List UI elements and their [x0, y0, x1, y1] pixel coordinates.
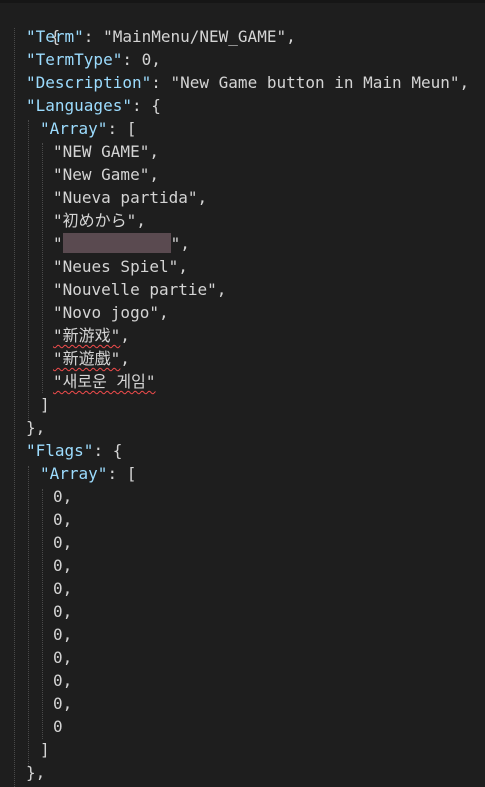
language-entry: "새로운 게임": [53, 372, 156, 391]
flag-entry: 0,: [53, 510, 73, 529]
indent-guide: [28, 466, 29, 766]
flag-entry: 0,: [53, 625, 73, 644]
flag-entry: 0,: [53, 579, 73, 598]
language-entry: "New Game",: [53, 165, 159, 184]
code-line: },: [26, 418, 46, 437]
language-entry: "Nueva partida",: [53, 188, 208, 207]
code-line-termtype: "TermType": 0,: [26, 50, 161, 69]
language-entry: "新遊戲",: [53, 349, 130, 368]
term-value: "MainMenu/NEW_GAME": [103, 27, 287, 46]
code-line: },: [26, 763, 46, 782]
term-key: "Term": [26, 27, 84, 46]
code-editor[interactable]: { "Term": "MainMenu/NEW_GAME", "TermType…: [0, 0, 485, 787]
language-entry: "NEW GAME",: [53, 142, 159, 161]
code-line-flags: "Flags": {: [26, 441, 123, 460]
termtype-key: "TermType": [26, 50, 123, 69]
indent-guide: [28, 120, 29, 420]
flag-entry: 0: [53, 717, 63, 736]
code-line: ]: [40, 740, 50, 759]
termtype-value: 0: [141, 50, 152, 69]
code-line-flags-array: "Array": [: [40, 464, 137, 483]
language-entry: "新游戏",: [53, 326, 130, 345]
code-line: {: [12, 2, 61, 46]
language-entry: "Neues Spiel",: [53, 257, 188, 276]
language-entry: "初めから",: [53, 211, 146, 230]
language-entry-redacted: " ",: [53, 233, 190, 253]
description-value: "New Game button in Main Meun": [170, 73, 460, 92]
flags-key: "Flags": [26, 441, 94, 460]
flag-entry: 0,: [53, 533, 73, 552]
language-entry: "Nouvelle partie",: [53, 280, 227, 299]
editor-top-edge: [0, 0, 485, 3]
code-line-description: "Description": "New Game button in Main …: [26, 73, 470, 92]
description-key: "Description": [26, 73, 152, 92]
code-line-term: "Term": "MainMenu/NEW_GAME",: [26, 27, 296, 46]
flag-entry: 0,: [53, 671, 73, 690]
flags-array-key: "Array": [40, 464, 108, 483]
indent-guide: [42, 489, 43, 739]
languages-array-key: "Array": [40, 119, 108, 138]
flag-entry: 0,: [53, 602, 73, 621]
flag-entry: 0,: [53, 487, 73, 506]
flag-entry: 0,: [53, 648, 73, 667]
code-line: ]: [40, 395, 50, 414]
indent-guide: [14, 28, 15, 787]
languages-key: "Languages": [26, 96, 132, 115]
flag-entry: 0,: [53, 694, 73, 713]
indent-guide: [42, 143, 43, 393]
redacted-blur: [62, 233, 171, 253]
code-line-languages-array: "Array": [: [40, 119, 137, 138]
code-line-languages: "Languages": {: [26, 96, 161, 115]
language-entry: "Novo jogo",: [53, 303, 169, 322]
flag-entry: 0,: [53, 556, 73, 575]
